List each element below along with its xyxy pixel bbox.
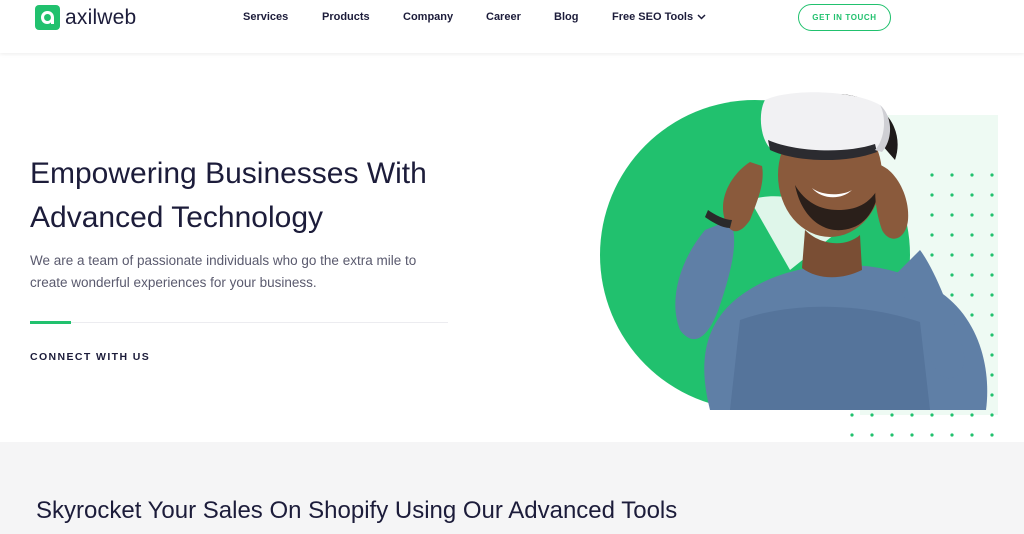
hero-subtitle-line-1: We are a team of passionate individuals …	[30, 253, 417, 268]
site-header: axilweb Services Products Company Career…	[0, 0, 1024, 53]
nav-item-career[interactable]: Career	[486, 11, 521, 23]
connect-with-us-link[interactable]: CONNECT WITH US	[30, 351, 150, 363]
hero-title-line-1: Empowering Businesses With	[30, 157, 427, 190]
nav-item-blog[interactable]: Blog	[554, 11, 578, 23]
chevron-down-icon	[697, 11, 706, 23]
nav-item-company[interactable]: Company	[403, 11, 453, 23]
logo[interactable]: axilweb	[35, 5, 136, 30]
hero-subtitle-line-2: create wonderful experiences for your bu…	[30, 275, 317, 290]
nav-item-services[interactable]: Services	[243, 11, 288, 23]
logo-text: axilweb	[65, 5, 137, 29]
divider	[30, 322, 448, 323]
hero-subtitle: We are a team of passionate individuals …	[30, 250, 460, 294]
get-in-touch-button[interactable]: GET IN TOUCH	[798, 4, 891, 31]
hero-title: Empowering Businesses With Advanced Tech…	[30, 152, 500, 240]
logo-icon	[35, 5, 60, 30]
nav-item-products[interactable]: Products	[322, 11, 370, 23]
nav-item-free-seo-tools-label: Free SEO Tools	[612, 11, 694, 23]
nav-item-free-seo-tools[interactable]: Free SEO Tools	[612, 11, 706, 23]
section-title: Skyrocket Your Sales On Shopify Using Ou…	[36, 497, 678, 524]
hero-image	[590, 70, 1010, 450]
hero-title-line-2: Advanced Technology	[30, 201, 323, 234]
divider-accent	[30, 321, 71, 324]
